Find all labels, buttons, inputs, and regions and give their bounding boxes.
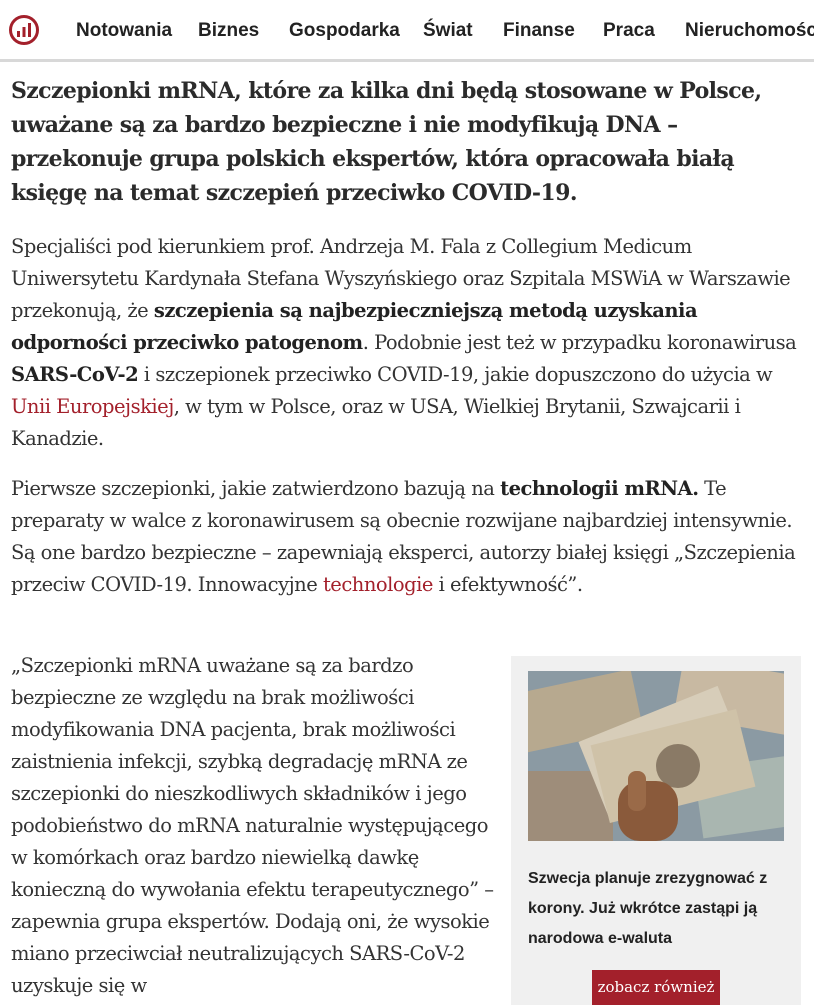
link-technologie[interactable]: technologie xyxy=(323,573,433,596)
related-article-card: Szwecja planuje zrezygnować z korony. Ju… xyxy=(511,656,801,1005)
nav-item-nieruchomosci[interactable]: Nieruchomości xyxy=(685,20,814,42)
nav-item-swiat[interactable]: Świat xyxy=(423,20,473,42)
article-lead: Szczepionki mRNA, które za kilka dni będ… xyxy=(11,78,762,206)
logo[interactable] xyxy=(9,15,39,45)
related-article-title[interactable]: Szwecja planuje zrezygnować z korony. Ju… xyxy=(528,864,786,954)
nav-item-praca[interactable]: Praca xyxy=(603,20,655,42)
link-unia-europejska[interactable]: Unii Europejskiej xyxy=(11,395,174,418)
related-article-image[interactable] xyxy=(528,671,784,841)
chart-bars-icon xyxy=(17,23,31,37)
nav-item-finanse[interactable]: Finanse xyxy=(503,20,575,42)
paragraph-text: Pierwsze szczepionki, jakie zatwierdzono… xyxy=(11,477,501,500)
nav-item-notowania[interactable]: Notowania xyxy=(76,20,172,42)
paragraph-text: i szczepionek przeciwko COVID-19, jakie … xyxy=(138,363,773,386)
article-paragraph: Specjaliści pod kierunkiem prof. Andrzej… xyxy=(11,231,801,455)
nav-item-gospodarka[interactable]: Gospodarka xyxy=(289,20,400,42)
banknotes-photo xyxy=(528,671,784,841)
paragraph-bold-text: SARS-CoV-2 xyxy=(11,363,139,386)
article-paragraph: Pierwsze szczepionki, jakie zatwierdzono… xyxy=(11,473,801,601)
top-navigation-bar: Notowania Biznes Gospodarka Świat Finans… xyxy=(0,0,814,62)
see-also-button[interactable]: zobacz również xyxy=(592,970,720,1005)
paragraph-bold-text: technologii mRNA. xyxy=(500,477,699,500)
paragraph-text: . Podobnie jest też w przypadku koronawi… xyxy=(362,331,797,354)
article-paragraph: „Szczepionki mRNA uważane są za bardzo b… xyxy=(11,654,494,997)
nav-item-biznes[interactable]: Biznes xyxy=(198,20,259,42)
paragraph-text: i efektywność”. xyxy=(432,573,583,596)
